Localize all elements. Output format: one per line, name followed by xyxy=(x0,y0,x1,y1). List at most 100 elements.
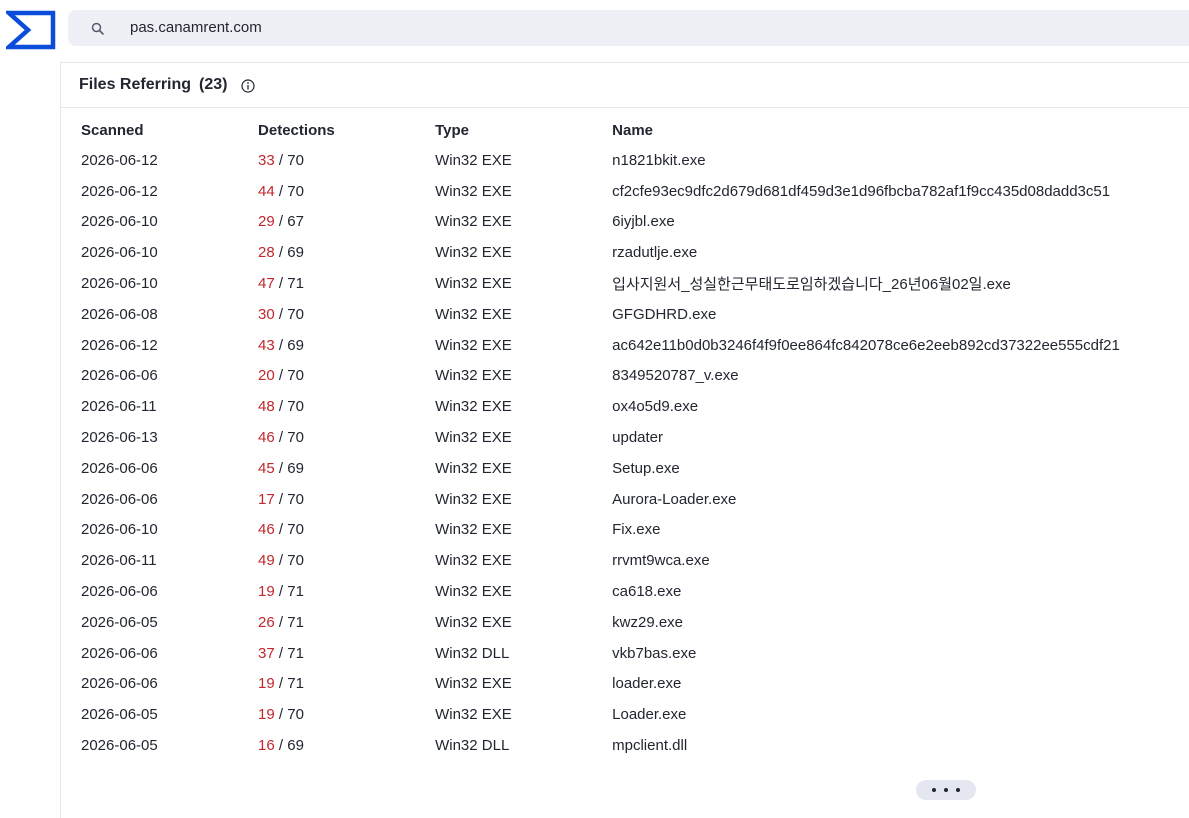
scanned-date: 2026-06-06 xyxy=(81,459,158,477)
info-icon[interactable] xyxy=(241,79,255,93)
positive-detections: 46 xyxy=(258,429,275,447)
file-name-link[interactable]: Fix.exe xyxy=(606,515,1189,546)
file-name-link[interactable]: kwz29.exe xyxy=(606,607,1189,638)
table-row[interactable]: 2026-06-10 47 / 71 Win32 EXE 입사지원서_성실한근무태도로… xyxy=(75,268,1189,299)
positive-detections: 29 xyxy=(258,213,275,231)
detections-cell: 33 / 70 xyxy=(252,145,429,176)
file-type: Win32 EXE xyxy=(435,367,512,385)
table-row[interactable]: 2026-06-12 33 / 70 Win32 EXE n1821bkit.exe xyxy=(75,145,1189,176)
table-row[interactable]: 2026-06-06 19 / 71 Win32 EXE loader.exe xyxy=(75,669,1189,700)
table-row[interactable]: 2026-06-11 49 / 70 Win32 EXE rrvmt9wca.exe xyxy=(75,545,1189,576)
table-row[interactable]: 2026-06-06 17 / 70 Win32 EXE Aurora-Loader.… xyxy=(75,484,1189,515)
positive-detections: 26 xyxy=(258,613,275,631)
table-header-row: Scanned Detections Type Name xyxy=(75,115,1189,145)
virustotal-logo-icon[interactable] xyxy=(3,10,56,50)
column-header-type[interactable]: Type xyxy=(429,115,606,145)
total-engines: / 69 xyxy=(274,737,304,755)
file-name-link[interactable]: rzadutlje.exe xyxy=(606,237,1189,268)
file-name-link[interactable]: loader.exe xyxy=(606,669,1189,700)
file-name-link[interactable]: ox4o5d9.exe xyxy=(606,391,1189,422)
section-title: Files Referring (23) xyxy=(79,76,227,94)
total-engines: / 70 xyxy=(274,521,304,539)
scanned-date: 2026-06-06 xyxy=(81,675,158,693)
file-type: Win32 DLL xyxy=(435,737,510,755)
search-bar[interactable]: pas.canamrent.com xyxy=(68,10,1189,46)
file-type: Win32 EXE xyxy=(435,182,512,200)
detections-cell: 29 / 67 xyxy=(252,207,429,238)
file-name-link[interactable]: n1821bkit.exe xyxy=(606,145,1189,176)
table-row[interactable]: 2026-06-10 29 / 67 Win32 EXE 6iyjbl.exe xyxy=(75,207,1189,238)
scanned-date: 2026-06-12 xyxy=(81,182,158,200)
file-name-link[interactable]: Aurora-Loader.exe xyxy=(606,484,1189,515)
detections-cell: 48 / 70 xyxy=(252,391,429,422)
table-row[interactable]: 2026-06-06 20 / 70 Win32 EXE 8349520787_v.e… xyxy=(75,361,1189,392)
table-row[interactable]: 2026-06-06 37 / 71 Win32 DLL vkb7bas.exe xyxy=(75,638,1189,669)
detections-cell: 45 / 69 xyxy=(252,453,429,484)
positive-detections: 19 xyxy=(258,706,275,724)
table-row[interactable]: 2026-06-13 46 / 70 Win32 EXE updater xyxy=(75,422,1189,453)
file-name-link[interactable]: mpclient.dll xyxy=(606,730,1189,761)
scanned-date: 2026-06-10 xyxy=(81,275,158,293)
detections-cell: 19 / 70 xyxy=(252,699,429,730)
positive-detections: 33 xyxy=(258,151,275,169)
column-header-name[interactable]: Name xyxy=(606,115,1189,145)
total-engines: / 71 xyxy=(274,275,304,293)
positive-detections: 20 xyxy=(258,367,275,385)
file-name-link[interactable]: 6iyjbl.exe xyxy=(606,207,1189,238)
file-name-link[interactable]: Setup.exe xyxy=(606,453,1189,484)
file-type: Win32 EXE xyxy=(435,151,512,169)
file-name-link[interactable]: Loader.exe xyxy=(606,699,1189,730)
search-input[interactable]: pas.canamrent.com xyxy=(130,10,1030,46)
more-dots-icon xyxy=(944,788,948,792)
total-engines: / 70 xyxy=(274,305,304,323)
table-row[interactable]: 2026-06-06 19 / 71 Win32 EXE ca618.exe xyxy=(75,576,1189,607)
table-row[interactable]: 2026-06-05 19 / 70 Win32 EXE Loader.exe xyxy=(75,699,1189,730)
scanned-date: 2026-06-13 xyxy=(81,429,158,447)
file-name-link[interactable]: ca618.exe xyxy=(606,576,1189,607)
top-bar: pas.canamrent.com xyxy=(0,0,1189,62)
positive-detections: 43 xyxy=(258,336,275,354)
file-type: Win32 EXE xyxy=(435,706,512,724)
total-engines: / 70 xyxy=(274,398,304,416)
file-name-link[interactable]: vkb7bas.exe xyxy=(606,638,1189,669)
positive-detections: 30 xyxy=(258,305,275,323)
load-more-button[interactable] xyxy=(916,780,976,800)
file-name-link[interactable]: updater xyxy=(606,422,1189,453)
total-engines: / 70 xyxy=(274,151,304,169)
detections-cell: 37 / 71 xyxy=(252,638,429,669)
detections-cell: 19 / 71 xyxy=(252,576,429,607)
table-row[interactable]: 2026-06-08 30 / 70 Win32 EXE GFGDHRD.exe xyxy=(75,299,1189,330)
table-row[interactable]: 2026-06-10 28 / 69 Win32 EXE rzadutlje.exe xyxy=(75,237,1189,268)
file-type: Win32 EXE xyxy=(435,583,512,601)
file-name-link[interactable]: rrvmt9wca.exe xyxy=(606,545,1189,576)
total-engines: / 70 xyxy=(274,490,304,508)
file-type: Win32 EXE xyxy=(435,521,512,539)
scanned-date: 2026-06-10 xyxy=(81,213,158,231)
column-header-detections[interactable]: Detections xyxy=(252,115,429,145)
positive-detections: 45 xyxy=(258,459,275,477)
total-engines: / 71 xyxy=(274,583,304,601)
table-row[interactable]: 2026-06-12 44 / 70 Win32 EXE cf2cfe93ec9dfc… xyxy=(75,176,1189,207)
table-row[interactable]: 2026-06-10 46 / 70 Win32 EXE Fix.exe xyxy=(75,515,1189,546)
column-header-scanned[interactable]: Scanned xyxy=(75,115,252,145)
table-row[interactable]: 2026-06-11 48 / 70 Win32 EXE ox4o5d9.exe xyxy=(75,391,1189,422)
file-type: Win32 EXE xyxy=(435,336,512,354)
file-name-link[interactable]: 입사지원서_성실한근무태도로임하겠습니다_26년06월02일.exe xyxy=(606,268,1189,299)
file-name-link[interactable]: GFGDHRD.exe xyxy=(606,299,1189,330)
total-engines: / 69 xyxy=(274,459,304,477)
table-row[interactable]: 2026-06-06 45 / 69 Win32 EXE Setup.exe xyxy=(75,453,1189,484)
section-count: (23) xyxy=(199,76,228,93)
positive-detections: 37 xyxy=(258,644,275,662)
file-name-link[interactable]: 8349520787_v.exe xyxy=(606,361,1189,392)
total-engines: / 71 xyxy=(274,644,304,662)
table-row[interactable]: 2026-06-05 16 / 69 Win32 DLL mpclient.dll xyxy=(75,730,1189,761)
detections-cell: 19 / 71 xyxy=(252,669,429,700)
table-row[interactable]: 2026-06-05 26 / 71 Win32 EXE kwz29.exe xyxy=(75,607,1189,638)
file-type: Win32 DLL xyxy=(435,644,510,662)
file-name-link[interactable]: ac642e11b0d0b3246f4f9f0ee864fc842078ce6e… xyxy=(606,330,1189,361)
file-type: Win32 EXE xyxy=(435,490,512,508)
file-name-link[interactable]: cf2cfe93ec9dfc2d679d681df459d3e1d96fbcba… xyxy=(606,176,1189,207)
search-icon[interactable] xyxy=(90,21,106,37)
detections-cell: 28 / 69 xyxy=(252,237,429,268)
table-row[interactable]: 2026-06-12 43 / 69 Win32 EXE ac642e11b0d0b3… xyxy=(75,330,1189,361)
